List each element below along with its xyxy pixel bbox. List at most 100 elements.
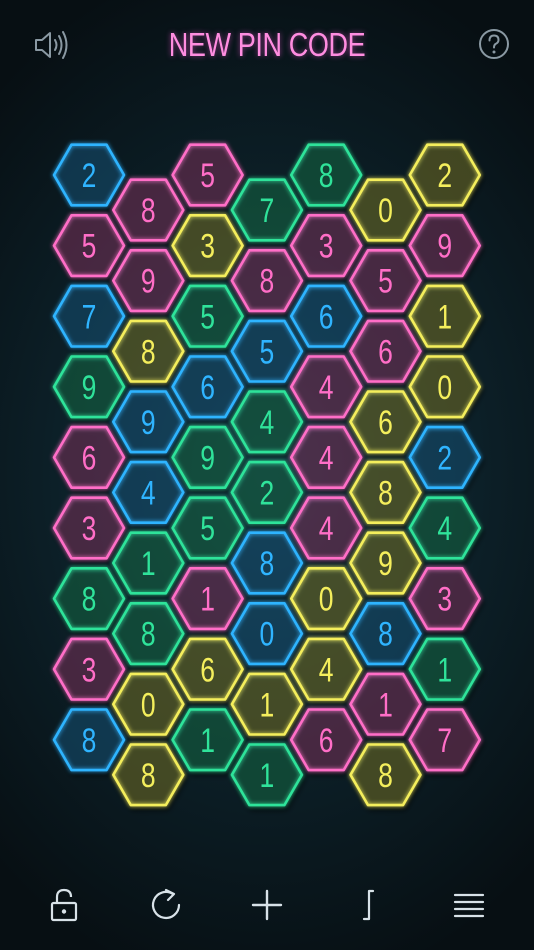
hex-cell[interactable]: 6: [52, 425, 128, 494]
hex-cell[interactable]: 8: [349, 601, 425, 670]
hex-cell[interactable]: 9: [112, 249, 188, 317]
hex-cell[interactable]: 3: [289, 214, 366, 282]
hex-digit: 8: [319, 157, 334, 195]
hex-digit: 6: [319, 298, 334, 336]
hex-cell[interactable]: 9: [408, 214, 484, 282]
hex-cell[interactable]: 4: [289, 355, 366, 423]
hex-digit: 8: [378, 616, 393, 654]
hex-cell[interactable]: 9: [349, 531, 425, 599]
hex-digit: 4: [260, 404, 275, 442]
hex-cell[interactable]: 2: [230, 460, 306, 529]
hex-cell[interactable]: 5: [171, 496, 247, 564]
hex-digit: 8: [378, 474, 393, 512]
hex-cell[interactable]: 8: [112, 178, 188, 246]
hex-digit: 1: [200, 581, 215, 619]
hex-cell[interactable]: 1: [408, 637, 484, 706]
hex-cell[interactable]: 3: [52, 496, 128, 564]
hex-digit: 3: [200, 228, 215, 266]
hex-cell[interactable]: 7: [52, 284, 128, 353]
hex-cell[interactable]: 1: [230, 743, 306, 811]
unlock-button[interactable]: [39, 880, 89, 930]
hex-cell[interactable]: 6: [289, 708, 366, 776]
hex-digit: 4: [319, 510, 334, 548]
hex-cell[interactable]: 1: [171, 708, 247, 776]
hex-digit: 2: [437, 439, 452, 477]
hex-cell[interactable]: 7: [230, 178, 306, 246]
hex-digit: 8: [141, 192, 156, 230]
unlock-icon: [50, 888, 78, 922]
hex-cell[interactable]: 5: [230, 319, 306, 388]
hex-digit: 0: [319, 581, 334, 619]
hex-cell[interactable]: 3: [408, 566, 484, 635]
hex-cell[interactable]: 0: [289, 566, 366, 635]
hex-cell[interactable]: 1: [408, 284, 484, 353]
hex-cell[interactable]: 8: [349, 460, 425, 529]
hex-digit: 8: [82, 722, 97, 760]
hex-cell[interactable]: 0: [112, 672, 188, 741]
hex-cell[interactable]: 1: [171, 566, 247, 635]
menu-button[interactable]: [444, 880, 494, 930]
hex-cell[interactable]: 8: [52, 708, 128, 776]
hex-board: 2 5 7 9 6 3 8 3 8 8 9 8 9 4 1 8 0 8 5 3 5 6 9 5 1 6 1 7 8 5 4 2 8 0 1 1 8 3 6 4…: [52, 143, 484, 811]
hex-cell[interactable]: 6: [171, 355, 247, 423]
hex-digit: 4: [141, 474, 156, 512]
hex-cell[interactable]: 4: [112, 460, 188, 529]
hex-cell[interactable]: 8: [230, 249, 306, 317]
hex-cell[interactable]: 0: [349, 178, 425, 246]
hex-cell[interactable]: 2: [408, 143, 484, 211]
hex-digit: 3: [82, 510, 97, 548]
hex-cell[interactable]: 4: [289, 637, 366, 706]
hex-cell[interactable]: 4: [230, 390, 306, 458]
hex-digit: 8: [141, 616, 156, 654]
hex-cell[interactable]: 1: [349, 672, 425, 741]
hex-digit: 1: [378, 686, 393, 724]
hex-cell[interactable]: 8: [349, 743, 425, 811]
hex-cell[interactable]: 0: [408, 355, 484, 423]
hex-cell[interactable]: 8: [112, 601, 188, 670]
hex-digit: 5: [200, 510, 215, 548]
hex-digit: 0: [260, 616, 275, 654]
hex-digit: 2: [437, 157, 452, 195]
hex-digit: 5: [378, 263, 393, 301]
hex-cell[interactable]: 6: [349, 390, 425, 458]
hex-cell[interactable]: 5: [349, 249, 425, 317]
hex-cell[interactable]: 8: [230, 531, 306, 599]
hex-digit: 3: [82, 651, 97, 689]
hex-cell[interactable]: 5: [171, 284, 247, 353]
hex-cell[interactable]: 4: [289, 425, 366, 494]
hex-cell[interactable]: 8: [112, 319, 188, 388]
hex-cell[interactable]: 3: [171, 214, 247, 282]
hex-digit: 5: [200, 298, 215, 336]
hex-cell[interactable]: 9: [171, 425, 247, 494]
hex-cell[interactable]: 5: [171, 143, 247, 211]
hex-cell[interactable]: 2: [408, 425, 484, 494]
hex-cell[interactable]: 6: [289, 284, 366, 353]
add-button[interactable]: [242, 880, 292, 930]
hex-digit: 6: [378, 333, 393, 371]
hex-cell[interactable]: 8: [112, 743, 188, 811]
reset-button[interactable]: [141, 880, 191, 930]
hex-digit: 9: [141, 404, 156, 442]
hex-digit: 5: [82, 228, 97, 266]
hex-cell[interactable]: 7: [408, 708, 484, 776]
hex-cell[interactable]: 9: [52, 355, 128, 423]
hex-cell[interactable]: 2: [52, 143, 128, 211]
hex-cell[interactable]: 6: [349, 319, 425, 388]
hex-cell[interactable]: 1: [230, 672, 306, 741]
hex-digit: 0: [437, 369, 452, 407]
hex-digit: 4: [437, 510, 452, 548]
hex-digit: 1: [200, 722, 215, 760]
hex-cell[interactable]: 1: [112, 531, 188, 599]
hex-cell[interactable]: 5: [52, 214, 128, 282]
hex-digit: 6: [378, 404, 393, 442]
hex-cell[interactable]: 4: [408, 496, 484, 564]
hex-cell[interactable]: 3: [52, 637, 128, 706]
hex-cell[interactable]: 8: [52, 566, 128, 635]
hex-cell[interactable]: 0: [230, 601, 306, 670]
hex-cell[interactable]: 9: [112, 390, 188, 458]
hex-digit: 5: [260, 333, 275, 371]
hex-cell[interactable]: 4: [289, 496, 366, 564]
integral-button[interactable]: [343, 880, 393, 930]
hex-cell[interactable]: 6: [171, 637, 247, 706]
hex-cell[interactable]: 8: [289, 143, 366, 211]
